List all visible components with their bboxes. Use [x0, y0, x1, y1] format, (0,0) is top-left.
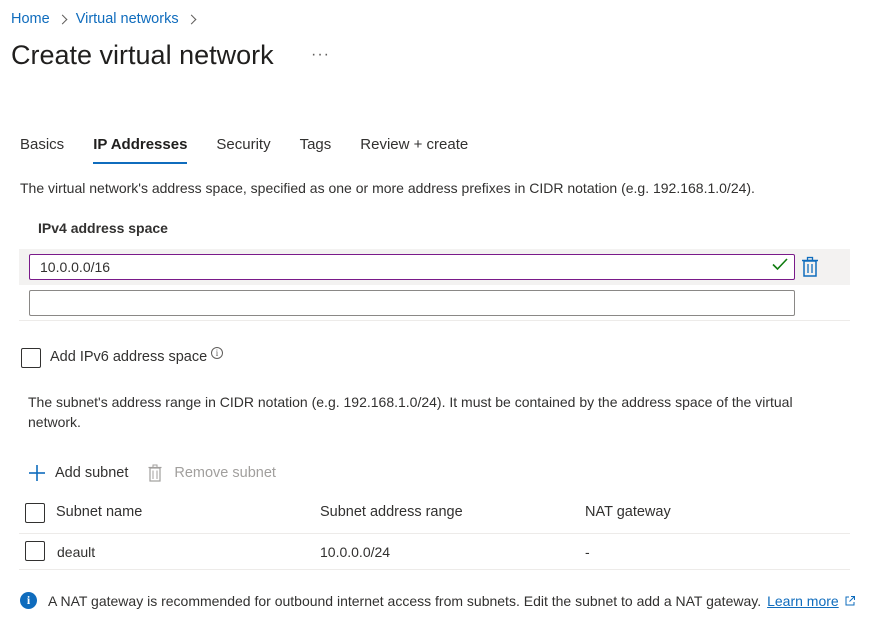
table-row-divider — [19, 569, 850, 570]
column-header-nat-gateway[interactable]: NAT gateway — [585, 504, 671, 520]
add-subnet-label: Add subnet — [55, 465, 129, 481]
tab-review-create[interactable]: Review + create — [360, 136, 468, 166]
tab-security[interactable]: Security — [216, 136, 270, 166]
ipv4-address-input[interactable] — [29, 254, 795, 280]
subnet-description: The subnet's address range in CIDR notat… — [28, 394, 793, 430]
plus-icon — [29, 465, 45, 481]
subnet-name-link[interactable]: deault — [57, 544, 95, 560]
trash-icon — [148, 464, 162, 482]
add-subnet-button[interactable]: Add subnet — [28, 464, 128, 482]
add-ipv6-label: Add IPv6 address space — [50, 349, 208, 365]
subnet-row-checkbox[interactable] — [25, 541, 45, 561]
subnet-range-cell: 10.0.0.0/24 — [320, 544, 391, 560]
table-header-divider — [19, 533, 850, 534]
chevron-right-icon — [186, 14, 197, 24]
info-icon: i — [20, 592, 37, 609]
subnet-toolbar: Add subnet Remove subnet — [28, 462, 296, 484]
remove-subnet-label: Remove subnet — [174, 465, 276, 481]
nat-gateway-cell: - — [585, 544, 590, 560]
valid-check-icon — [772, 258, 788, 271]
breadcrumb-virtual-networks[interactable]: Virtual networks — [76, 11, 179, 27]
ipv4-address-space-label: IPv4 address space — [38, 220, 168, 236]
new-address-input[interactable] — [29, 290, 795, 316]
more-options-button[interactable]: ··· — [311, 46, 330, 64]
tab-ip-addresses[interactable]: IP Addresses — [93, 136, 188, 166]
divider — [19, 320, 850, 321]
learn-more-link[interactable]: Learn more — [767, 593, 839, 609]
add-ipv6-checkbox[interactable] — [21, 348, 41, 368]
external-link-icon[interactable] — [844, 595, 856, 607]
select-all-subnets-checkbox[interactable] — [25, 503, 45, 523]
column-header-subnet-name[interactable]: Subnet name — [56, 504, 142, 520]
address-space-description: The virtual network's address space, spe… — [20, 180, 755, 196]
tab-bar: Basics IP Addresses Security Tags Review… — [20, 136, 497, 166]
delete-trash-icon[interactable] — [800, 256, 820, 278]
tab-basics[interactable]: Basics — [20, 136, 64, 166]
tab-tags[interactable]: Tags — [300, 136, 332, 166]
nat-gateway-notice: i A NAT gateway is recommended for outbo… — [20, 592, 856, 609]
chevron-right-icon — [57, 14, 68, 24]
column-header-subnet-range[interactable]: Subnet address range — [320, 504, 463, 520]
info-icon[interactable]: i — [211, 347, 223, 359]
page-title: Create virtual network — [11, 40, 274, 70]
notice-text: A NAT gateway is recommended for outboun… — [48, 592, 762, 609]
breadcrumb-home[interactable]: Home — [11, 11, 50, 27]
breadcrumb: Home Virtual networks — [11, 9, 205, 29]
remove-subnet-button[interactable]: Remove subnet — [148, 464, 276, 482]
